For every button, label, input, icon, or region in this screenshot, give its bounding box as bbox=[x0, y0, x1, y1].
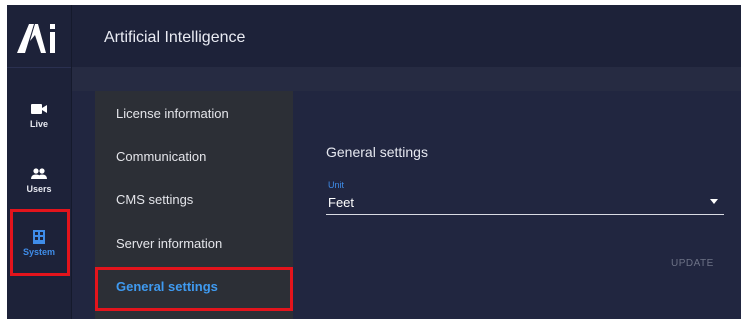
select-underline bbox=[326, 214, 724, 215]
menu-item-general-settings[interactable]: General settings bbox=[116, 279, 286, 294]
header: Artificial Intelligence bbox=[72, 5, 741, 67]
settings-menu: License information Communication CMS se… bbox=[95, 91, 293, 319]
menu-item-cms-settings[interactable]: CMS settings bbox=[116, 192, 286, 207]
settings-content: General settings Unit Feet UPDATE bbox=[293, 91, 741, 319]
sidebar: Live Users System bbox=[7, 5, 72, 319]
menu-item-communication[interactable]: Communication bbox=[116, 149, 286, 164]
toolbar-strip bbox=[72, 67, 741, 91]
ai-logo bbox=[17, 24, 55, 53]
sidebar-item-live[interactable]: Live bbox=[7, 92, 71, 138]
unit-value: Feet bbox=[328, 195, 355, 210]
unit-label: Unit bbox=[328, 180, 345, 190]
sidebar-item-users[interactable]: Users bbox=[7, 157, 71, 203]
users-icon bbox=[31, 167, 47, 179]
unit-select[interactable]: Unit Feet bbox=[326, 180, 724, 220]
section-title: General settings bbox=[326, 144, 428, 160]
update-button[interactable]: UPDATE bbox=[669, 256, 716, 271]
menu-item-license-information[interactable]: License information bbox=[116, 106, 286, 121]
app-title: Artificial Intelligence bbox=[104, 29, 246, 46]
sidebar-item-system[interactable]: System bbox=[7, 220, 71, 266]
menu-item-server-information[interactable]: Server information bbox=[116, 236, 286, 251]
sidebar-divider bbox=[7, 67, 71, 68]
system-icon bbox=[33, 229, 45, 244]
sidebar-item-label: Users bbox=[26, 183, 52, 194]
sidebar-item-label: System bbox=[22, 246, 56, 257]
chevron-down-icon bbox=[710, 199, 718, 204]
sidebar-item-label: Live bbox=[29, 118, 48, 129]
video-camera-icon bbox=[31, 103, 47, 114]
app-window: Live Users System Artificial Intelligenc… bbox=[7, 5, 741, 319]
